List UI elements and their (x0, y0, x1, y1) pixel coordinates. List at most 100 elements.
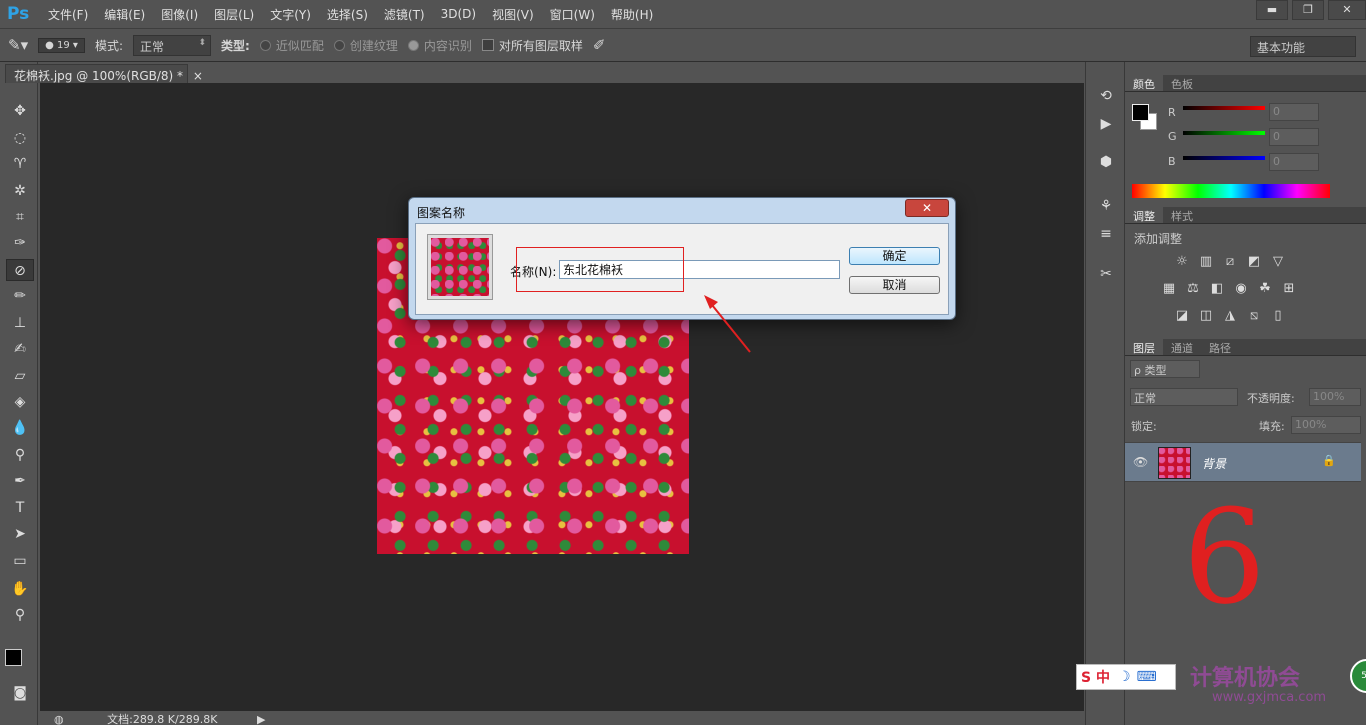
workspace-dropdown[interactable]: 基本功能 (1250, 36, 1356, 57)
type-tool-icon[interactable]: T (6, 497, 34, 519)
brightness-icon[interactable]: ☼ (1175, 255, 1189, 269)
brush-panel-icon[interactable]: ⚘ (1095, 198, 1117, 218)
opacity-label: 不透明度: (1247, 392, 1295, 405)
color-spectrum-bar[interactable] (1132, 184, 1330, 198)
vibrance-icon[interactable]: ▽ (1271, 255, 1285, 269)
status-info-icon[interactable]: ◍ (54, 713, 64, 725)
layer-background[interactable]: 👁 背景 🔒 (1125, 442, 1361, 482)
hand-tool-icon[interactable]: ✋ (6, 578, 34, 600)
curves-icon[interactable]: ⧄ (1223, 255, 1237, 269)
channel-b-value[interactable]: 0 (1269, 153, 1319, 171)
healing-brush-icon[interactable]: ✎▾ (8, 36, 28, 54)
fill-value[interactable]: 100% (1291, 416, 1361, 434)
menu-help[interactable]: 帮助(H) (603, 6, 661, 23)
add-adjustment-title: 添加调整 (1134, 232, 1183, 246)
tab-styles[interactable]: 样式 (1163, 207, 1201, 223)
color-balance-icon[interactable]: ⚖ (1186, 282, 1200, 296)
history-brush-tool-icon[interactable]: ✍ (6, 338, 34, 360)
brush-presets-icon[interactable]: ≡ (1095, 226, 1117, 246)
adjust-panel-tabs: 调整 样式 (1125, 207, 1366, 224)
ime-toolbar[interactable]: S 中 ☽ ⌨ (1076, 664, 1176, 690)
cancel-button[interactable]: 取消 (849, 276, 940, 294)
channel-r-slider[interactable] (1183, 106, 1265, 110)
eraser-tool-icon[interactable]: ▱ (6, 365, 34, 387)
quick-mask-icon[interactable]: ◙ (6, 682, 34, 704)
menu-window[interactable]: 窗口(W) (542, 6, 603, 23)
menu-select[interactable]: 选择(S) (319, 6, 376, 23)
tool-presets-icon[interactable]: ✂ (1095, 266, 1117, 286)
restore-button[interactable]: ❐ (1292, 0, 1324, 20)
levels-icon[interactable]: ▥ (1199, 255, 1213, 269)
tab-swatches[interactable]: 色板 (1163, 75, 1201, 91)
foreground-color-swatch[interactable] (5, 649, 22, 666)
rectangle-tool-icon[interactable]: ▭ (6, 550, 34, 572)
actions-panel-icon[interactable]: ▶ (1095, 116, 1117, 136)
channel-mixer-icon[interactable]: ☘ (1258, 282, 1272, 296)
menu-layer[interactable]: 图层(L) (206, 6, 262, 23)
menu-type[interactable]: 文字(Y) (262, 6, 319, 23)
channel-g-value[interactable]: 0 (1269, 128, 1319, 146)
zoom-tool-icon[interactable]: ⚲ (6, 604, 34, 626)
threshold-icon[interactable]: ◮ (1223, 309, 1237, 323)
document-tab[interactable]: 花棉袄.jpg @ 100%(RGB/8) * × (5, 64, 203, 83)
path-selection-tool-icon[interactable]: ➤ (6, 523, 34, 545)
healing-brush-tool-icon[interactable]: ⊘ (6, 259, 34, 281)
document-close-icon[interactable]: × (193, 69, 203, 83)
magic-wand-tool-icon[interactable]: ✲ (6, 180, 34, 202)
pressure-icon[interactable]: ✐ (593, 36, 606, 54)
menu-3d[interactable]: 3D(D) (433, 7, 484, 21)
eyedropper-tool-icon[interactable]: ✑ (6, 232, 34, 254)
layer-filter-dropdown[interactable]: ρ 类型 (1130, 360, 1200, 378)
ok-button[interactable]: 确定 (849, 247, 940, 265)
posterize-icon[interactable]: ◫ (1199, 309, 1213, 323)
menu-filter[interactable]: 滤镜(T) (376, 6, 433, 23)
minimize-button[interactable]: ▬ (1256, 0, 1288, 20)
exposure-icon[interactable]: ◩ (1247, 255, 1261, 269)
hue-saturation-icon[interactable]: ▦ (1162, 282, 1176, 296)
layer-name[interactable]: 背景 (1202, 455, 1226, 472)
sample-all-layers-checkbox[interactable]: 对所有图层取样 (481, 37, 583, 54)
dialog-close-button[interactable]: ✕ (905, 199, 949, 217)
3d-panel-icon[interactable]: ⬢ (1095, 154, 1117, 174)
brush-preset-picker[interactable]: ● 19 ▾ (38, 37, 85, 53)
black-white-icon[interactable]: ◧ (1210, 282, 1224, 296)
invert-icon[interactable]: ◪ (1175, 309, 1189, 323)
menu-image[interactable]: 图像(I) (153, 6, 206, 23)
dodge-tool-icon[interactable]: ⚲ (6, 444, 34, 466)
move-tool-icon[interactable]: ✥ (6, 100, 34, 122)
close-window-button[interactable]: ✕ (1328, 0, 1366, 20)
photo-filter-icon[interactable]: ◉ (1234, 282, 1248, 296)
channel-b-slider[interactable] (1183, 156, 1265, 160)
visibility-eye-icon[interactable]: 👁 (1133, 455, 1148, 469)
tab-color[interactable]: 颜色 (1125, 75, 1163, 91)
history-panel-icon[interactable]: ⟲ (1095, 88, 1117, 108)
gradient-map-icon[interactable]: ▯ (1271, 309, 1285, 323)
stamp-tool-icon[interactable]: ⊥ (6, 312, 34, 334)
menu-view[interactable]: 视图(V) (484, 6, 542, 23)
crop-tool-icon[interactable]: ⌗ (6, 206, 34, 228)
menu-file[interactable]: 文件(F) (40, 6, 96, 23)
color-foreground-swatch[interactable] (1132, 104, 1149, 121)
type-content-aware-radio[interactable]: 内容识别 (407, 37, 472, 54)
pen-tool-icon[interactable]: ✒ (6, 470, 34, 492)
status-menu-arrow-icon[interactable]: ▶ (257, 713, 265, 725)
color-lookup-icon[interactable]: ⊞ (1282, 282, 1296, 296)
mode-dropdown[interactable]: 正常 (133, 34, 211, 56)
brush-tool-icon[interactable]: ✏ (6, 285, 34, 307)
channel-r-value[interactable]: 0 (1269, 103, 1319, 121)
type-proximity-radio[interactable]: 近似匹配 (259, 37, 324, 54)
tab-adjustments[interactable]: 调整 (1125, 207, 1163, 223)
tab-paths[interactable]: 路径 (1201, 339, 1239, 355)
selective-color-icon[interactable]: ⧅ (1247, 309, 1261, 323)
marquee-tool-icon[interactable]: ◌ (6, 127, 34, 149)
type-texture-radio[interactable]: 创建纹理 (333, 37, 398, 54)
paint-bucket-tool-icon[interactable]: ◈ (6, 391, 34, 413)
lasso-tool-icon[interactable]: ♈ (6, 153, 34, 175)
opacity-value[interactable]: 100% (1309, 388, 1361, 406)
channel-g-slider[interactable] (1183, 131, 1265, 135)
tab-channels[interactable]: 通道 (1163, 339, 1201, 355)
blur-tool-icon[interactable]: 💧 (6, 417, 34, 439)
menu-edit[interactable]: 编辑(E) (96, 6, 153, 23)
blend-mode-dropdown[interactable]: 正常 (1130, 388, 1238, 406)
tab-layers[interactable]: 图层 (1125, 339, 1163, 355)
